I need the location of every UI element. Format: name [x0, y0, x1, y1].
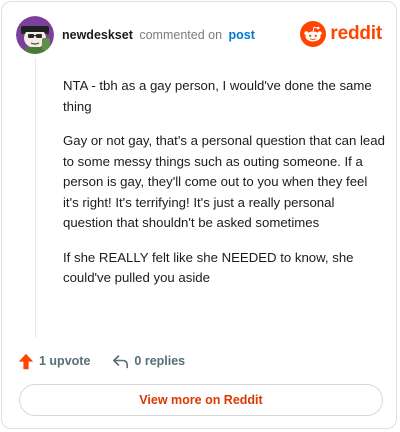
user-avatar[interactable]: [16, 16, 54, 54]
replies-button[interactable]: 0 replies: [112, 354, 185, 369]
comment-header: newdeskset commented on post reddit: [16, 16, 382, 54]
comment-paragraph: Gay or not gay, that's a personal questi…: [63, 133, 385, 230]
view-more-on-reddit-button[interactable]: View more on Reddit: [19, 384, 383, 416]
upvote-button[interactable]: 1 upvote: [18, 353, 90, 370]
post-link[interactable]: post: [229, 28, 255, 42]
thread-line: [35, 58, 36, 338]
replies-count: 0 replies: [134, 354, 186, 368]
view-more-label: View more on Reddit: [139, 393, 263, 407]
reddit-comment-embed-card: newdeskset commented on post reddit NTA …: [1, 1, 397, 429]
reddit-logo[interactable]: reddit: [300, 20, 382, 48]
action-text: commented on: [139, 28, 223, 42]
username[interactable]: newdeskset: [62, 28, 133, 42]
reddit-wordmark: reddit: [330, 23, 382, 44]
comment-footer: 1 upvote 0 replies: [18, 350, 185, 372]
upvote-arrow-icon: [18, 353, 34, 369]
comment-paragraph: If she REALLY felt like she NEEDED to kn…: [63, 249, 354, 286]
snoo-avatar-icon: [16, 16, 54, 54]
reddit-alien-icon: [300, 21, 327, 47]
upvote-count: 1 upvote: [39, 354, 91, 368]
comment-body: NTA - tbh as a gay person, I would've do…: [63, 76, 385, 303]
comment-paragraph: NTA - tbh as a gay person, I would've do…: [63, 78, 372, 114]
reply-arrow-icon: [113, 354, 129, 368]
comment-meta: newdeskset commented on post: [62, 27, 255, 43]
